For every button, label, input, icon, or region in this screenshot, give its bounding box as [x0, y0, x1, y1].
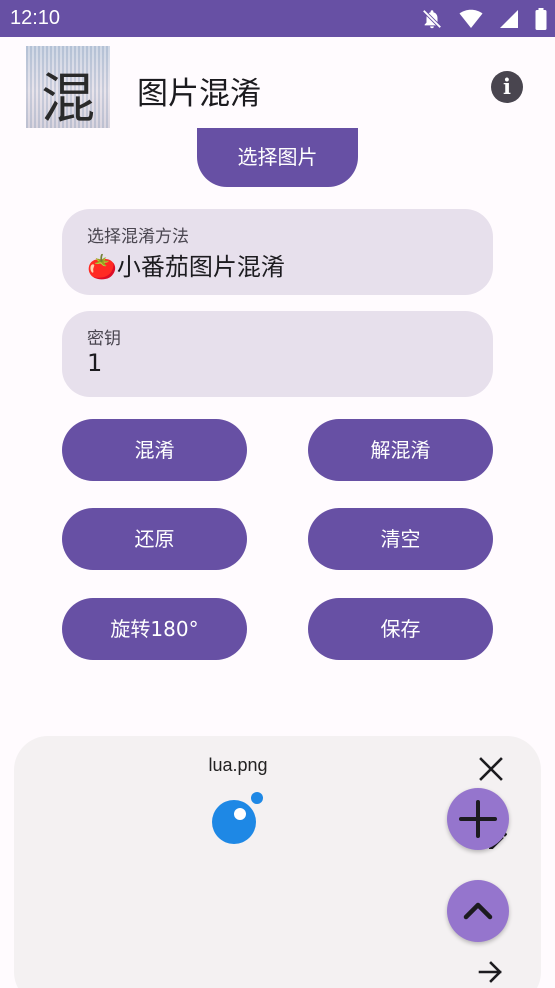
cellular-signal-icon: [499, 10, 518, 28]
key-field-label: 密钥: [87, 329, 121, 349]
wifi-icon: [459, 9, 483, 28]
notifications-off-icon: [422, 9, 442, 29]
obfuscate-button[interactable]: 混淆: [62, 419, 247, 481]
app-logo: 混: [26, 46, 110, 128]
scroll-up-fab[interactable]: [447, 880, 509, 942]
save-button[interactable]: 保存: [308, 598, 493, 660]
obfuscation-method-select[interactable]: 选择混淆方法 🍅小番茄图片混淆: [62, 209, 493, 295]
panel-filename: lua.png: [208, 755, 268, 775]
arrow-right-icon[interactable]: [478, 959, 504, 985]
method-field-label: 选择混淆方法: [87, 227, 189, 247]
page-title: 图片混淆: [137, 76, 261, 112]
deobfuscate-button[interactable]: 解混淆: [308, 419, 493, 481]
pick-image-button[interactable]: 选择图片: [197, 128, 358, 187]
status-icons: [410, 8, 547, 30]
key-field-value[interactable]: 1: [87, 349, 102, 377]
info-icon[interactable]: i: [491, 71, 523, 103]
rotate-button[interactable]: 旋转180°: [62, 598, 247, 660]
lua-logo-icon: [212, 792, 263, 844]
chevron-up-icon: [463, 902, 493, 920]
restore-button[interactable]: 还原: [62, 508, 247, 570]
battery-icon: [535, 8, 547, 30]
clear-button[interactable]: 清空: [308, 508, 493, 570]
add-fab[interactable]: [447, 788, 509, 850]
close-icon[interactable]: [479, 757, 503, 781]
floating-panel: lua.png: [14, 736, 541, 988]
status-bar: 12:10: [0, 0, 555, 37]
method-field-value: 🍅小番茄图片混淆: [87, 253, 285, 281]
app-logo-glyph: 混: [41, 67, 95, 128]
status-time: 12:10: [10, 7, 61, 29]
key-field[interactable]: 密钥 1: [62, 311, 493, 397]
add-icon: [459, 800, 497, 838]
